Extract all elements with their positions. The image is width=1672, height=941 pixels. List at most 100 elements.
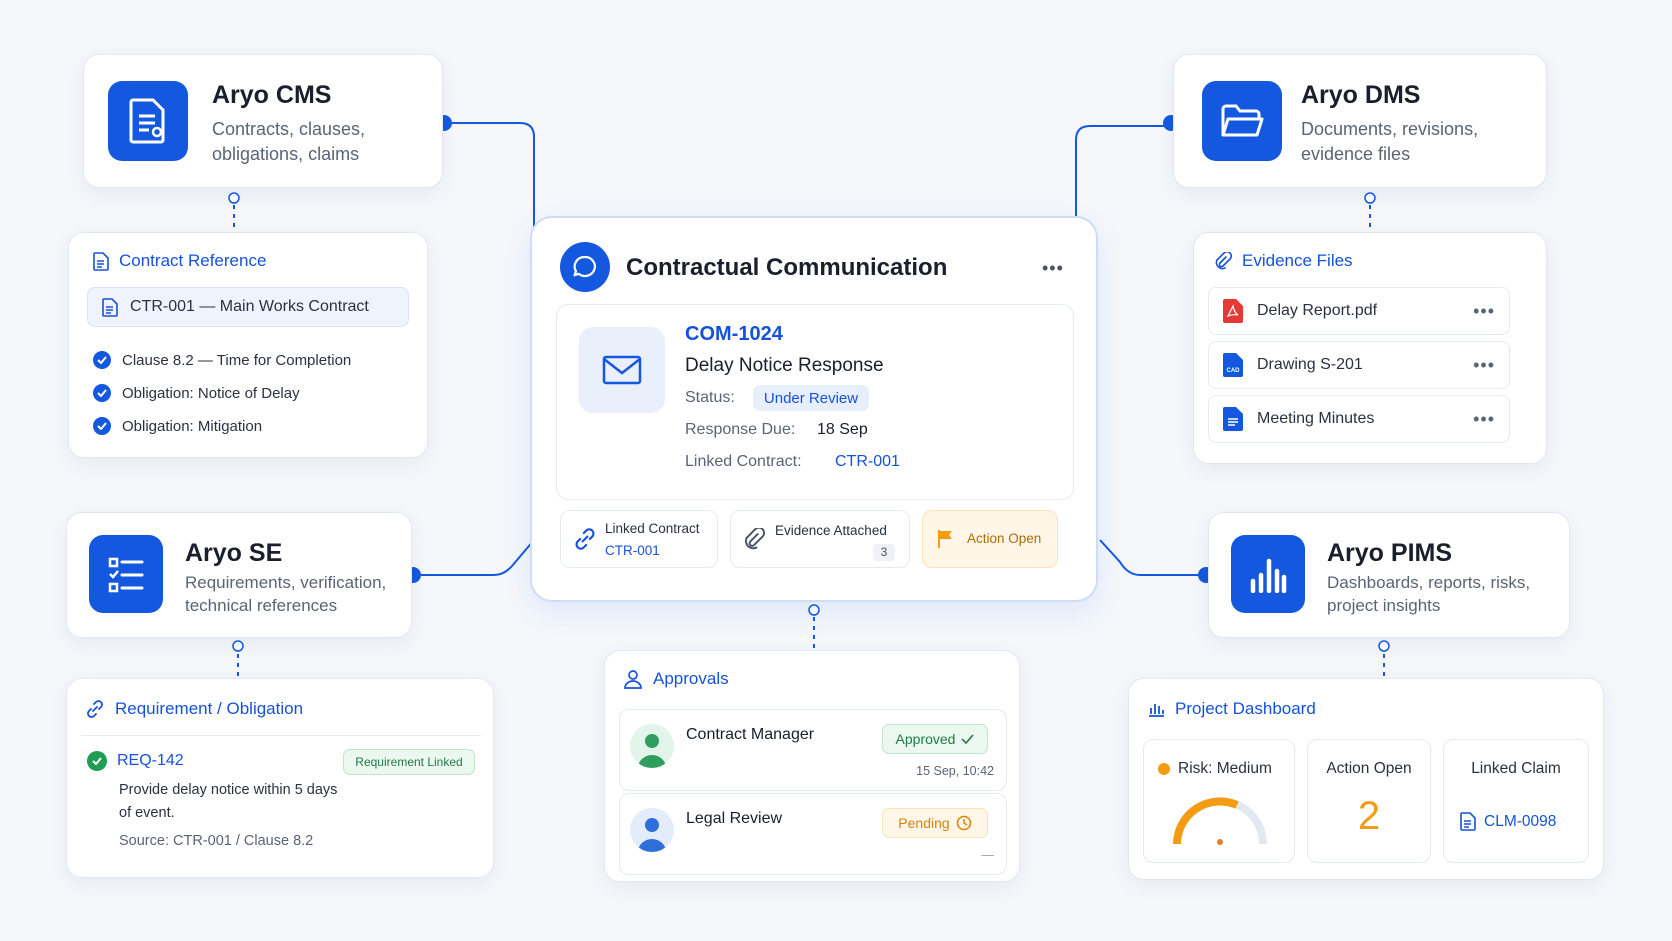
- check-circle-icon: [87, 751, 107, 771]
- link-icon: [87, 700, 103, 718]
- envelope-icon: [579, 327, 665, 413]
- requirement-id[interactable]: REQ-142: [117, 752, 184, 770]
- action-open-label: Action Open: [1326, 760, 1412, 777]
- requirement-text: Provide delay notice within 5 days of ev…: [119, 782, 338, 821]
- requirement-title: Requirement / Obligation: [115, 699, 304, 718]
- risk-tile[interactable]: Risk: Medium: [1143, 739, 1295, 863]
- risk-gauge: [1173, 797, 1267, 845]
- status-badge: Under Review: [753, 385, 869, 411]
- linked-contract-value[interactable]: CTR-001: [835, 453, 900, 471]
- contract-reference-item[interactable]: CTR-001 — Main Works Contract: [87, 287, 409, 327]
- cms-title: Aryo CMS: [212, 81, 332, 109]
- evidence-attached-label: Evidence Attached: [775, 523, 887, 538]
- contract-reference-header: Contract Reference: [93, 251, 266, 271]
- file-name: Meeting Minutes: [1257, 410, 1375, 427]
- aryo-se-card[interactable]: Aryo SE Requirements, verification, tech…: [66, 512, 412, 638]
- contract-reference-card: Contract Reference CTR-001 — Main Works …: [68, 232, 428, 458]
- bar-chart-icon: [1149, 704, 1164, 717]
- approvals-header: Approvals: [623, 669, 729, 689]
- linked-contract-chip[interactable]: Linked Contract CTR-001: [560, 510, 718, 568]
- requirement-row[interactable]: REQ-142: [87, 751, 184, 771]
- project-dashboard-header: Project Dashboard: [1147, 699, 1316, 719]
- communication-id[interactable]: COM-1024: [685, 323, 783, 346]
- approvals-title: Approvals: [653, 669, 729, 688]
- linked-claim-label: Linked Claim: [1471, 760, 1561, 777]
- approved-badge: Approved: [882, 724, 988, 754]
- more-options-icon[interactable]: •••: [1473, 409, 1495, 430]
- obligation-item-label: Obligation: Mitigation: [122, 417, 263, 435]
- checklist-icon: [89, 535, 163, 613]
- paperclip-icon: [745, 528, 765, 550]
- more-options-icon[interactable]: •••: [1473, 301, 1495, 322]
- requirement-linked-badge: Requirement Linked: [343, 749, 475, 775]
- check-circle-icon: [93, 384, 111, 402]
- more-options-icon[interactable]: •••: [1473, 355, 1495, 376]
- project-dashboard-card: Project Dashboard Risk: Medium Action Op…: [1128, 678, 1604, 880]
- obligation-item: Obligation: Mitigation: [93, 417, 262, 435]
- linked-contract-chip-label: Linked Contract: [605, 521, 700, 536]
- aryo-dms-card[interactable]: Aryo DMS Documents, revisions, evidence …: [1173, 54, 1547, 188]
- document-icon: [1460, 812, 1476, 831]
- linked-contract-label: Linked Contract:: [685, 453, 802, 470]
- file-item[interactable]: Meeting Minutes •••: [1208, 395, 1510, 443]
- contract-document-icon: [108, 81, 188, 161]
- se-description: Requirements, verification, technical re…: [185, 573, 387, 615]
- approved-badge-label: Approved: [895, 731, 956, 747]
- contractual-communication-card[interactable]: Contractual Communication ••• COM-1024 D…: [530, 216, 1098, 602]
- communication-title: Contractual Communication: [626, 254, 948, 281]
- approvals-card: Approvals Contract Manager Approved 15 S…: [604, 650, 1020, 882]
- clock-icon: [956, 815, 971, 831]
- linked-claim-tile[interactable]: Linked Claim CLM-0098: [1443, 739, 1589, 863]
- folder-icon: [1202, 81, 1282, 161]
- pending-badge: Pending: [882, 808, 988, 838]
- flag-icon: [938, 530, 952, 548]
- check-circle-icon: [93, 351, 111, 369]
- bar-chart-icon: [1231, 535, 1305, 613]
- svg-text:CAD: CAD: [1227, 368, 1241, 374]
- pims-description: Dashboards, reports, risks, project insi…: [1327, 573, 1531, 615]
- evidence-files-header: Evidence Files: [1214, 251, 1353, 271]
- obligation-item-label: Obligation: Notice of Delay: [122, 384, 300, 402]
- check-icon: [961, 734, 975, 744]
- file-name: Drawing S-201: [1257, 356, 1363, 373]
- dms-description: Documents, revisions, evidence files: [1301, 119, 1479, 164]
- file-name: Delay Report.pdf: [1257, 302, 1378, 319]
- evidence-attached-chip[interactable]: Evidence Attached 3: [730, 510, 910, 568]
- obligation-item: Obligation: Notice of Delay: [93, 384, 300, 402]
- dms-title: Aryo DMS: [1301, 81, 1421, 109]
- risk-label-row: Risk: Medium: [1158, 760, 1272, 778]
- link-icon: [575, 528, 595, 550]
- communication-detail-panel: COM-1024 Delay Notice Response Status: U…: [556, 304, 1074, 500]
- evidence-count-badge: 3: [873, 544, 895, 561]
- se-title: Aryo SE: [185, 539, 283, 567]
- action-open-tile[interactable]: Action Open 2: [1307, 739, 1431, 863]
- clause-item: Clause 8.2 — Time for Completion: [93, 351, 351, 369]
- more-options-icon[interactable]: •••: [1042, 258, 1064, 279]
- contract-reference-title: Contract Reference: [119, 251, 267, 270]
- document-file-icon: [1223, 407, 1243, 431]
- response-due-value: 18 Sep: [817, 421, 868, 438]
- status-dot: [1158, 763, 1170, 775]
- project-dashboard-title: Project Dashboard: [1175, 699, 1316, 718]
- evidence-files-card: Evidence Files Delay Report.pdf ••• CAD …: [1193, 232, 1547, 464]
- linked-claim-row[interactable]: CLM-0098: [1460, 812, 1556, 831]
- pending-badge-label: Pending: [898, 815, 950, 831]
- approval-row[interactable]: Contract Manager Approved 15 Sep, 10:42: [619, 709, 1007, 791]
- user-icon: [624, 670, 642, 689]
- aryo-pims-card[interactable]: Aryo PIMS Dashboards, reports, risks, pr…: [1208, 512, 1570, 638]
- requirement-source: Source: CTR-001 / Clause 8.2: [119, 833, 314, 849]
- action-open-chip-label: Action Open: [967, 531, 1042, 546]
- response-due-label: Response Due:: [685, 421, 796, 438]
- action-open-count: 2: [1357, 794, 1381, 838]
- approver-name: Legal Review: [686, 810, 783, 827]
- clause-item-label: Clause 8.2 — Time for Completion: [122, 351, 352, 369]
- file-item[interactable]: Delay Report.pdf •••: [1208, 287, 1510, 335]
- aryo-cms-card[interactable]: Aryo CMS Contracts, clauses, obligations…: [83, 54, 443, 188]
- avatar: [630, 724, 674, 768]
- file-item[interactable]: CAD Drawing S-201 •••: [1208, 341, 1510, 389]
- approval-row[interactable]: Legal Review Pending —: [619, 793, 1007, 875]
- linked-contract-chip-value: CTR-001: [605, 543, 660, 558]
- risk-label: Risk: Medium: [1178, 760, 1272, 777]
- action-open-chip[interactable]: Action Open: [922, 510, 1058, 568]
- approval-timestamp: 15 Sep, 10:42: [916, 764, 994, 778]
